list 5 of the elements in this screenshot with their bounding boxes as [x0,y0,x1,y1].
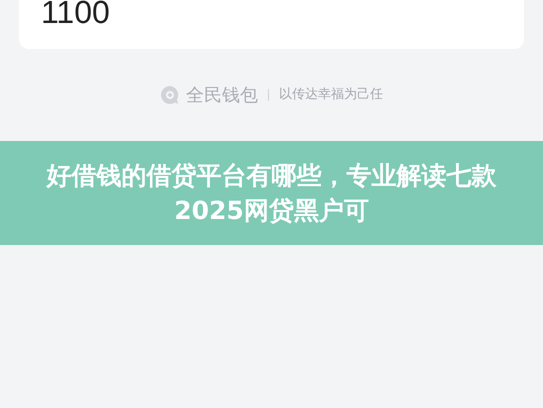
banner-title: 好借钱的借贷平台有哪些，专业解读七款2025网贷黑户可 [44,160,498,227]
brand-name: 全民钱包 [186,84,258,108]
brand-slogan: 以传达幸福为己任 [279,86,383,104]
logo-icon [160,85,180,105]
amount-text: 1100 [41,0,110,28]
